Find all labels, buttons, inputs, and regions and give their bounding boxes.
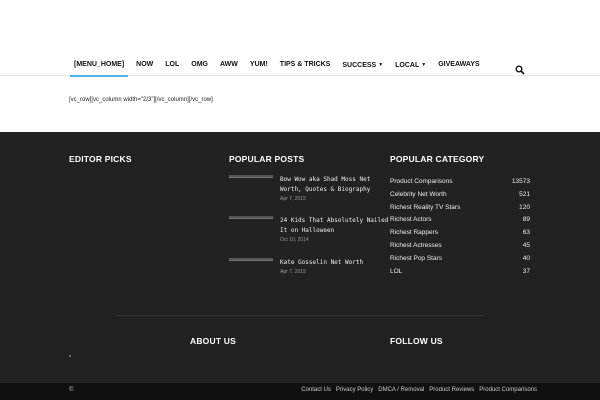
search-icon[interactable] <box>515 60 525 75</box>
category-name[interactable]: Richest Pop Stars <box>390 255 442 262</box>
popular-posts-title: POPULAR POSTS <box>229 154 305 164</box>
footer-link-product-comparisons[interactable]: Product Comparisons <box>479 387 537 393</box>
category-item[interactable]: Product Comparisons 13573 <box>390 178 530 190</box>
menu-item-label: SUCCESS <box>342 62 377 69</box>
category-item[interactable]: LOL 37 <box>390 268 530 280</box>
menu-item-label: AWW <box>220 61 238 68</box>
menu-item-label: GIVEAWAYS <box>438 61 480 68</box>
copyright-text: © <box>69 387 74 393</box>
category-count: 13573 <box>511 178 530 185</box>
editor-picks-title: EDITOR PICKS <box>69 154 132 164</box>
footer-link-contact[interactable]: Contact Us <box>301 387 331 393</box>
popular-category-title: POPULAR CATEGORY <box>390 154 485 164</box>
footer-link-product-reviews[interactable]: Product Reviews <box>429 387 474 393</box>
footer-divider <box>116 315 484 316</box>
menu-item-label: LOL <box>165 61 180 68</box>
menu-item-label: LOCAL <box>395 62 420 69</box>
post-date: Apr 7, 2015 <box>280 269 306 275</box>
header-area <box>0 0 600 55</box>
category-name[interactable]: Richest Reality TV Stars <box>390 204 460 211</box>
category-name[interactable]: Celebrity Net Worth <box>390 191 447 198</box>
post-thumbnail[interactable] <box>229 175 273 178</box>
menu-item-label: YUM! <box>249 61 268 68</box>
category-count: 37 <box>522 268 530 275</box>
menu-item-label: TIPS & TRICKS <box>279 61 331 68</box>
footer-link-dmca[interactable]: DMCA / Removal <box>378 387 424 393</box>
category-name[interactable]: LOL <box>390 268 402 275</box>
category-count: 40 <box>522 255 530 262</box>
category-count: 45 <box>522 242 530 249</box>
post-date: Apr 7, 2015 <box>280 196 306 202</box>
post-thumbnail[interactable] <box>229 258 273 261</box>
menu-item-yum[interactable]: YUM! <box>244 55 274 76</box>
sub-footer: © Contact Us Privacy Policy DMCA / Remov… <box>0 383 600 400</box>
chevron-down-icon: ▼ <box>378 62 384 68</box>
post-title[interactable]: 24 Kids That Absolutely Nailed It on Hal… <box>280 216 390 235</box>
category-item[interactable]: Celebrity Net Worth 521 <box>390 191 530 203</box>
menu-item-success[interactable]: SUCCESS ▼ <box>336 55 389 76</box>
menu-item-now[interactable]: NOW <box>130 55 159 76</box>
post-date: Oct 10, 2014 <box>280 237 309 243</box>
about-us-title: ABOUT US <box>190 336 236 346</box>
category-count: 521 <box>519 191 530 198</box>
category-count: 89 <box>522 216 530 223</box>
menu-item-aww[interactable]: AWW <box>214 55 244 76</box>
post-thumbnail[interactable] <box>229 216 273 219</box>
page-content-text: [vc_row][vc_column width="2/3"][/vc_colu… <box>69 97 213 103</box>
category-count: 63 <box>522 229 530 236</box>
post-title[interactable]: Bow Wow aka Shad Moss Net Worth, Quotes … <box>280 175 390 194</box>
menu-item-label: [MENU_HOME] <box>74 61 125 68</box>
menu-item-label: NOW <box>136 61 154 68</box>
category-name[interactable]: Product Comparisons <box>390 178 453 185</box>
main-menu: [MENU_HOME] NOW LOL OMG AWW YUM! TIPS & … <box>0 55 600 77</box>
menu-item-home[interactable]: [MENU_HOME] <box>68 55 130 77</box>
category-item[interactable]: Richest Pop Stars 40 <box>390 255 530 267</box>
footer-logo-placeholder <box>69 355 71 357</box>
menu-item-omg[interactable]: OMG <box>185 55 214 76</box>
menu-item-local[interactable]: LOCAL ▼ <box>389 55 432 76</box>
footer-links: Contact Us Privacy Policy DMCA / Removal… <box>296 387 537 393</box>
category-count: 120 <box>519 204 530 211</box>
menu-item-label: OMG <box>191 61 209 68</box>
category-item[interactable]: Richest Reality TV Stars 120 <box>390 204 530 216</box>
category-item[interactable]: Richest Actresses 45 <box>390 242 530 254</box>
follow-us-title: FOLLOW US <box>390 336 443 346</box>
menu-item-lol[interactable]: LOL <box>159 55 185 76</box>
post-title[interactable]: Kate Gosselin Net Worth <box>280 258 390 268</box>
menu-item-tips-tricks[interactable]: TIPS & TRICKS <box>274 55 337 76</box>
footer-link-privacy[interactable]: Privacy Policy <box>336 387 373 393</box>
menu-item-giveaways[interactable]: GIVEAWAYS <box>432 55 485 76</box>
category-name[interactable]: Richest Rappers <box>390 229 438 236</box>
footer: EDITOR PICKS POPULAR POSTS POPULAR CATEG… <box>0 132 600 383</box>
chevron-down-icon: ▼ <box>421 62 427 68</box>
category-item[interactable]: Richest Actors 89 <box>390 216 530 228</box>
menu-list: [MENU_HOME] NOW LOL OMG AWW YUM! TIPS & … <box>68 55 486 77</box>
category-name[interactable]: Richest Actors <box>390 216 432 223</box>
category-name[interactable]: Richest Actresses <box>390 242 442 249</box>
category-item[interactable]: Richest Rappers 63 <box>390 229 530 241</box>
